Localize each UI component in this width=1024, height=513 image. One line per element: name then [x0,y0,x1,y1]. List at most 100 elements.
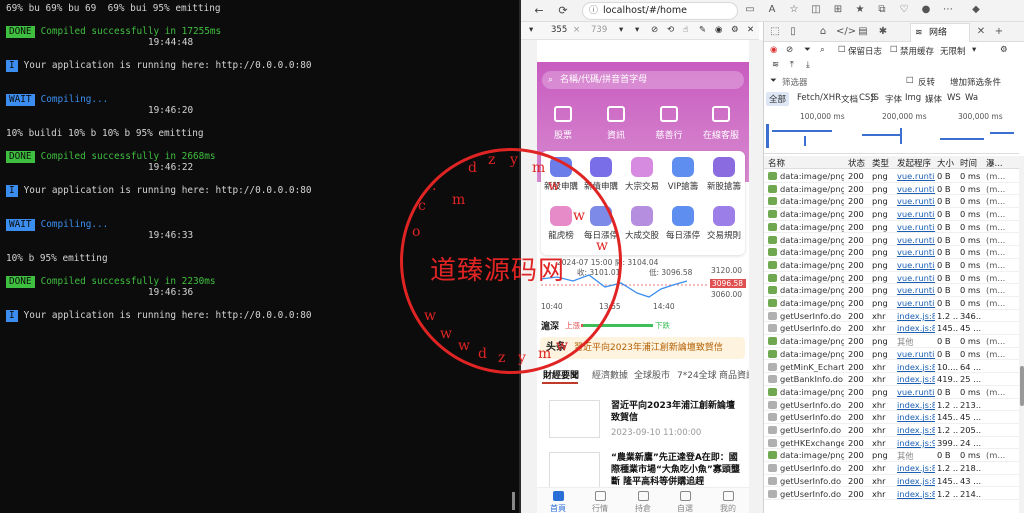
cell-initiator[interactable]: index.js:82 [897,400,935,410]
close-icon[interactable]: ✕ [974,25,988,39]
type-filter-fetchxhr[interactable]: Fetch/XHR [794,92,844,104]
cell-initiator[interactable]: vue.runtim [897,298,935,308]
grid-item-block-trade[interactable]: 大宗交易 [622,157,662,192]
cell-initiator[interactable]: vue.runtim [897,184,935,194]
col-name[interactable]: 名称 [768,157,785,169]
table-row[interactable]: data:image/png;... 200 png vue.runtim0 B 0 m… [764,208,1019,221]
split-screen-icon[interactable]: ◫ [809,3,823,17]
grid-item-limit-stop[interactable]: 每日漲停 [663,206,703,241]
tab-economy[interactable]: 經濟數據 [592,368,628,381]
grid-item-bond[interactable]: 新債申購 [581,157,621,192]
refresh-icon[interactable]: ⟳ [555,3,571,19]
eye-icon[interactable]: ◉ [715,25,722,35]
device-height-input[interactable]: 739 [591,25,607,35]
back-icon[interactable]: ← [531,3,547,19]
console-icon[interactable]: ▤ [856,25,870,39]
cell-initiator[interactable]: index.js:82 [897,425,935,435]
more-filters-button[interactable]: 增加筛选条件 [950,76,1001,88]
throttle-select[interactable]: 无限制 [940,45,966,57]
cell-initiator[interactable]: index.js:82 [897,412,935,422]
favorite-icon[interactable]: ☆ [787,3,801,17]
screen-icon[interactable]: ▭ [743,3,757,17]
cell-initiator[interactable]: vue.runtim [897,260,935,270]
col-waterfall[interactable]: 瀑... [986,157,1003,169]
cell-initiator[interactable]: vue.runtim [897,222,935,232]
grid-item-vip[interactable]: VIP搶籌 [663,157,703,192]
cell-initiator[interactable]: 其他 [897,336,935,347]
extensions-icon[interactable]: ⊞ [831,3,845,17]
col-status[interactable]: 状态 [848,157,865,169]
cell-initiator[interactable]: index.js:82 [897,489,935,499]
col-initiator[interactable]: 发起程序 [897,157,931,169]
cell-initiator[interactable]: index.js:82 [897,311,935,321]
table-row[interactable]: data:image/png;... 200 png vue.runtim0 B 0 m… [764,221,1019,234]
rotate-icon[interactable]: ⟲ [667,25,674,35]
import-icon[interactable]: ⤒ [790,60,794,70]
chevron-down-icon[interactable]: ▾ [529,25,533,35]
cell-initiator[interactable]: vue.runtim [897,247,935,257]
cell-initiator[interactable]: vue.runtim [897,285,935,295]
cell-initiator[interactable]: index.js:99 [897,438,935,448]
table-row[interactable]: data:image/png;... 200 png 其他0 B 0 ms (m... [764,449,1019,463]
col-type[interactable]: 类型 [872,157,889,169]
table-row[interactable]: getUserInfo.do 200 xhr index.js:821.2 ...21… [764,488,1019,501]
tab-24h[interactable]: 7*24全球 [677,368,717,381]
collections-icon[interactable]: ⧉ [875,3,889,17]
grid-item-ipo[interactable]: 新股申購 [541,157,581,192]
settings-icon[interactable]: ⚙ [731,25,739,35]
cell-initiator[interactable]: index.js:82 [897,476,935,486]
nav-support[interactable]: 在線客服 [697,106,745,141]
tabbar-market[interactable]: 行情 [579,491,621,513]
table-row[interactable]: data:image/png;... 200 png vue.runtim0 B 0 m… [764,272,1019,285]
index-chart[interactable]: 2024-07 15:00 開: 3104.04 收: 3101.01 低: 3… [537,257,749,317]
terminal-panel[interactable]: 69% bu 69% bu 69 69% bui 95% emitting DON… [0,0,519,513]
network-overview[interactable]: 100,000 ms 200,000 ms 300,000 ms [764,110,1019,154]
search-input[interactable]: ⌕ 名稱/代碼/拼音首字母 [542,71,744,89]
type-filter-wa[interactable]: Wa [962,92,981,104]
table-row[interactable]: data:image/png;... 200 png vue.runtim0 B 0 m… [764,246,1019,259]
table-row[interactable]: getUserInfo.do 200 xhr index.js:821.2 ...21… [764,399,1019,412]
scrollbar-thumb[interactable] [1020,366,1024,406]
tab-commodities[interactable]: 商品資訊 [719,368,749,381]
terminal-scrollbar[interactable] [512,492,515,510]
table-row[interactable]: getMinK_Echart... 200 xhr index.js:8210....… [764,361,1019,374]
chevron-down-icon[interactable]: ▾ [972,45,976,55]
grid-item-volume[interactable]: 大成交股 [622,206,662,241]
address-bar[interactable]: ⓘ localhost/#/home [582,2,738,20]
col-size[interactable]: 大小 [937,157,954,169]
touch-icon[interactable]: ☝ [683,25,688,35]
table-row[interactable]: data:image/png;... 200 png vue.runtim0 B 0 m… [764,195,1019,209]
tab-network[interactable]: ≋ 网络 [910,23,970,42]
nav-charity[interactable]: 慈善行 [645,106,693,141]
cell-initiator[interactable]: index.js:82 [897,323,935,333]
table-row[interactable]: data:image/png;... 200 png vue.runtim0 B 0 m… [764,386,1019,399]
cell-initiator[interactable]: index.js:82 [897,374,935,384]
table-row[interactable]: data:image/png;... 200 png vue.runtim0 B 0 m… [764,348,1019,361]
type-filter-js[interactable]: JS [868,92,882,104]
add-tab-icon[interactable]: + [992,25,1006,39]
type-filter-ws[interactable]: WS [944,92,964,104]
welcome-icon[interactable]: ⌂ [816,25,830,39]
table-row[interactable]: data:image/png;... 200 png vue.runtim0 B 0 m… [764,183,1019,196]
nav-news[interactable]: 資訊 [592,106,640,141]
news-item[interactable]: 習近平向2023年浦江創新論壇致賀信 2023-09-10 11:00:00 [549,400,744,444]
table-row[interactable]: data:image/png;... 200 png 其他0 B 0 ms (m... [764,335,1019,348]
cell-initiator[interactable]: vue.runtim [897,273,935,283]
table-row[interactable]: data:image/png;... 200 png vue.runtim0 B 0 m… [764,297,1019,310]
browser-essentials-icon[interactable]: ♡ [897,3,911,17]
sources-icon[interactable]: ✱ [876,25,890,39]
favorites-icon[interactable]: ★ [853,3,867,17]
cell-initiator[interactable]: vue.runtim [897,196,935,206]
tabbar-positions[interactable]: 持倉 [622,491,664,513]
grid-item-rules[interactable]: 交易規則 [704,206,744,241]
type-filter-img[interactable]: Img [902,92,924,104]
preserve-log-checkbox[interactable]: ☐ [838,45,846,55]
cell-initiator[interactable]: index.js:82 [897,362,935,372]
table-row[interactable]: getBankInfo.do 200 xhr index.js:82419...25 … [764,373,1019,386]
col-time[interactable]: 时间 [960,157,977,169]
table-row[interactable]: getHKExchange... 200 xhr index.js:99399...2… [764,437,1019,450]
inspect-icon[interactable]: ⬚ [768,25,782,39]
throttle-icon[interactable]: ⊘ [651,25,658,35]
table-row[interactable]: getUserInfo.do 200 xhr index.js:82145...43 … [764,475,1019,488]
more-menu-icon[interactable]: ⋯ [941,3,955,17]
